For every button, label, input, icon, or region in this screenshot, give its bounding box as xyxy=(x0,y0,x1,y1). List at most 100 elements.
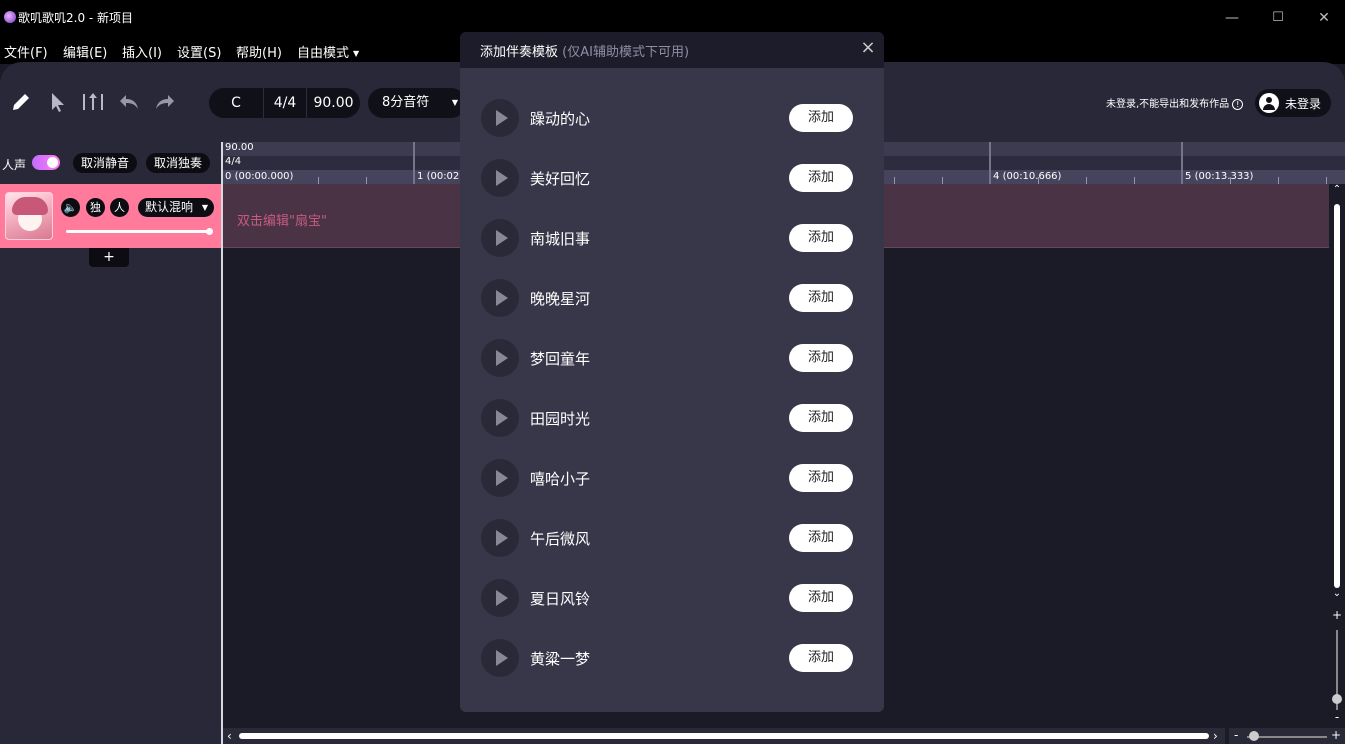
mode-dropdown[interactable]: 自由模式 ▼ xyxy=(297,42,359,61)
menu-help[interactable]: 帮助(H) xyxy=(236,42,282,61)
bar-line xyxy=(1181,142,1183,184)
undo-icon[interactable] xyxy=(117,90,141,114)
reverb-dropdown[interactable]: 默认混响 ▼ xyxy=(138,198,214,217)
horizontal-zoom-knob[interactable] xyxy=(1249,731,1259,741)
vocal-track-header[interactable]: 🔈 独 人 默认混响 ▼ xyxy=(0,184,221,248)
window-title: 歌叽歌叽2.0 - 新项目 xyxy=(18,11,134,25)
pointer-icon[interactable] xyxy=(46,90,70,114)
meter-marker[interactable]: 4/4 xyxy=(225,156,241,167)
add-template-button[interactable]: 添加 xyxy=(789,524,853,552)
bar-4-time: (00:10.666) xyxy=(1002,171,1062,182)
voice-person-button[interactable]: 人 xyxy=(110,198,129,217)
bar-5-num: 5 xyxy=(1185,171,1192,182)
login-hint: 未登录,不能导出和发布作品! xyxy=(1106,95,1244,110)
template-name: 美好回忆 xyxy=(530,170,591,188)
vertical-zoom: + - xyxy=(1329,606,1345,726)
vertical-zoom-knob[interactable] xyxy=(1332,694,1342,704)
login-label: 未登录 xyxy=(1285,97,1322,111)
split-tool-icon[interactable] xyxy=(81,90,105,114)
caret-down-icon: ▼ xyxy=(201,203,208,212)
bar-1-num: 1 xyxy=(417,171,424,182)
maximize-button[interactable]: ☐ xyxy=(1268,8,1288,28)
play-icon[interactable] xyxy=(481,339,519,377)
template-name: 田园时光 xyxy=(530,410,591,428)
tempo-input[interactable]: 90.00 xyxy=(306,88,360,118)
vertical-zoom-out-button[interactable]: - xyxy=(1329,710,1345,724)
reverb-label: 默认混响 xyxy=(145,200,194,214)
template-row: 躁动的心 添加 xyxy=(460,88,884,148)
info-icon[interactable]: ! xyxy=(1232,98,1244,110)
tempo-marker[interactable]: 90.00 xyxy=(225,142,254,153)
scroll-right-icon[interactable]: › xyxy=(1213,729,1218,743)
template-row: 美好回忆 添加 xyxy=(460,148,884,208)
horizontal-scrollbar[interactable]: ‹ › xyxy=(223,728,1225,744)
speaker-icon[interactable]: 🔈 xyxy=(61,198,80,217)
bar-number: 4 (00:10.666) xyxy=(993,171,1061,182)
vertical-scrollbar[interactable]: ⌃ ⌄ xyxy=(1329,184,1345,602)
time-signature-selector[interactable]: 4/4 xyxy=(263,88,306,118)
template-name: 夏日风铃 xyxy=(530,590,591,608)
beat-tick xyxy=(366,177,367,184)
close-window-button[interactable]: ✕ xyxy=(1314,8,1334,28)
horizontal-scroll-thumb[interactable] xyxy=(239,733,1209,739)
add-template-button[interactable]: 添加 xyxy=(789,104,853,132)
bar-0-time: (00:00.000) xyxy=(234,171,294,182)
menu-edit[interactable]: 编辑(E) xyxy=(63,42,107,61)
horizontal-zoom-out-button[interactable]: - xyxy=(1234,728,1238,742)
bar-number: 0 (00:00.000) xyxy=(225,171,293,182)
pencil-icon[interactable] xyxy=(9,90,33,114)
add-track-button[interactable]: + xyxy=(89,248,129,267)
play-icon[interactable] xyxy=(481,459,519,497)
unmute-all-button[interactable]: 取消静音 xyxy=(73,153,138,173)
menu-file[interactable]: 文件(F) xyxy=(4,42,48,61)
horizontal-zoom-in-button[interactable]: + xyxy=(1331,728,1341,742)
add-template-button[interactable]: 添加 xyxy=(789,344,853,372)
template-name: 午后微风 xyxy=(530,530,591,548)
vertical-zoom-in-button[interactable]: + xyxy=(1329,608,1345,622)
template-name: 躁动的心 xyxy=(530,110,591,128)
play-icon[interactable] xyxy=(481,639,519,677)
play-icon[interactable] xyxy=(481,519,519,557)
add-template-button[interactable]: 添加 xyxy=(789,644,853,672)
vertical-scroll-thumb[interactable] xyxy=(1334,204,1340,588)
scroll-up-icon[interactable]: ⌃ xyxy=(1329,184,1345,195)
redo-icon[interactable] xyxy=(153,90,177,114)
login-button[interactable]: 未登录 xyxy=(1255,89,1331,117)
beat-tick xyxy=(1230,177,1231,184)
unsolo-all-button[interactable]: 取消独奏 xyxy=(146,153,211,173)
key-selector[interactable]: C xyxy=(209,88,263,118)
volume-slider[interactable] xyxy=(66,228,213,235)
app-window: 歌叽歌叽2.0 - 新项目 — ☐ ✕ 文件(F) 编辑(E) 插入(I) 设置… xyxy=(0,0,1345,744)
add-template-button[interactable]: 添加 xyxy=(789,584,853,612)
scroll-down-icon[interactable]: ⌄ xyxy=(1329,588,1345,599)
note-length-dropdown[interactable]: 8分音符 ▼ xyxy=(368,88,466,118)
project-settings-pill: C 4/4 90.00 xyxy=(209,88,360,118)
play-icon[interactable] xyxy=(481,399,519,437)
add-template-button[interactable]: 添加 xyxy=(789,284,853,312)
add-template-button[interactable]: 添加 xyxy=(789,224,853,252)
play-icon[interactable] xyxy=(481,99,519,137)
minimize-button[interactable]: — xyxy=(1222,8,1242,28)
menu-insert[interactable]: 插入(I) xyxy=(122,42,162,61)
beat-tick xyxy=(942,177,943,184)
add-template-button[interactable]: 添加 xyxy=(789,404,853,432)
solo-button[interactable]: 独 xyxy=(86,198,105,217)
add-template-button[interactable]: 添加 xyxy=(789,464,853,492)
mode-label: 自由模式 xyxy=(297,46,350,61)
dialog-header: 添加伴奏模板 (仅AI辅助模式下可用) × xyxy=(460,32,884,68)
beat-tick xyxy=(1134,177,1135,184)
dialog-title: 添加伴奏模板 (仅AI辅助模式下可用) xyxy=(480,41,689,60)
dialog-subtitle: (仅AI辅助模式下可用) xyxy=(562,45,690,60)
play-icon[interactable] xyxy=(481,159,519,197)
play-icon[interactable] xyxy=(481,579,519,617)
template-name: 晚晚星河 xyxy=(530,290,591,308)
play-icon[interactable] xyxy=(481,279,519,317)
add-template-button[interactable]: 添加 xyxy=(789,164,853,192)
singer-avatar[interactable] xyxy=(5,192,53,240)
close-icon[interactable]: × xyxy=(858,38,878,58)
scroll-left-icon[interactable]: ‹ xyxy=(227,729,232,743)
horizontal-zoom-track[interactable] xyxy=(1247,736,1327,738)
voice-toggle[interactable] xyxy=(32,155,60,170)
menu-settings[interactable]: 设置(S) xyxy=(177,42,221,61)
play-icon[interactable] xyxy=(481,219,519,257)
